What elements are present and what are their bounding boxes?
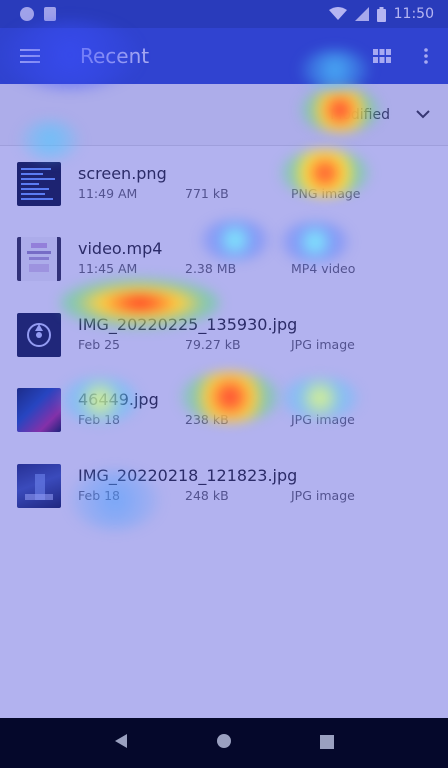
chevron-down-icon (416, 110, 430, 119)
file-size: 238 kB (185, 412, 229, 428)
file-row-46449-jpg[interactable]: 46449.jpg Feb 18 238 kB JPG image (0, 373, 448, 449)
file-row-img-20220225[interactable]: IMG_20220225_135930.jpg Feb 25 79.27 kB … (0, 297, 448, 373)
file-type: PNG image (291, 185, 361, 201)
file-date: 11:49 AM (78, 185, 138, 201)
wifi-icon (328, 7, 347, 20)
file-date: Feb 18 (78, 487, 121, 503)
cell-signal-icon (354, 7, 369, 21)
sort-dropdown[interactable]: Modified (330, 107, 430, 123)
grid-view-button[interactable] (360, 28, 404, 84)
file-size: 771 kB (185, 185, 229, 201)
navigation-bar (0, 718, 448, 768)
app-bar: Recent (0, 28, 448, 84)
notification-dot-icon (20, 7, 34, 21)
file-type: JPG image (291, 487, 355, 503)
file-thumbnail (17, 237, 61, 282)
file-size: 248 kB (185, 487, 229, 503)
file-type: MP4 video (291, 261, 356, 277)
recents-square-icon (320, 734, 334, 749)
file-list: screen.png 11:49 AM 771 kB PNG image vid… (0, 146, 448, 524)
file-name: 46449.jpg (78, 390, 159, 410)
status-right-icons: 11:50 (328, 6, 434, 22)
file-date: Feb 18 (78, 412, 121, 428)
sd-card-icon (44, 7, 56, 21)
battery-icon (376, 6, 386, 22)
file-thumbnail (17, 463, 61, 508)
more-options-button[interactable] (404, 28, 448, 84)
home-button[interactable] (216, 733, 232, 753)
file-type: JPG image (291, 412, 355, 428)
page-title: Recent (80, 44, 150, 68)
file-size: 79.27 kB (185, 336, 241, 352)
sort-label: Modified (330, 106, 390, 123)
file-row-img-20220218[interactable]: IMG_20220218_121823.jpg Feb 18 248 kB JP… (0, 448, 448, 524)
file-date: Feb 25 (78, 336, 121, 352)
file-thumbnail (17, 312, 61, 357)
sort-bar: Modified (0, 84, 448, 146)
file-thumbnail (17, 161, 61, 206)
clock: 11:50 (393, 6, 434, 22)
status-left-icons (20, 7, 56, 21)
file-name: IMG_20220225_135930.jpg (78, 314, 298, 334)
file-name: screen.png (78, 163, 167, 183)
home-circle-icon (217, 734, 231, 748)
file-name: video.mp4 (78, 239, 163, 259)
status-bar: 11:50 (0, 0, 448, 28)
grid-view-icon (373, 49, 391, 63)
file-row-screen-png[interactable]: screen.png 11:49 AM 771 kB PNG image (0, 146, 448, 222)
file-row-video-mp4[interactable]: video.mp4 11:45 AM 2.38 MB MP4 video (0, 222, 448, 298)
file-thumbnail (17, 388, 61, 433)
menu-button[interactable] (2, 28, 58, 84)
back-button[interactable] (114, 733, 128, 753)
file-name: IMG_20220218_121823.jpg (78, 465, 298, 485)
more-vert-icon (424, 48, 428, 64)
file-date: 11:45 AM (78, 261, 138, 277)
back-triangle-icon (115, 734, 127, 748)
recents-button[interactable] (320, 734, 334, 753)
file-size: 2.38 MB (185, 261, 237, 277)
file-type: JPG image (291, 336, 355, 352)
hamburger-menu-icon (20, 49, 40, 63)
